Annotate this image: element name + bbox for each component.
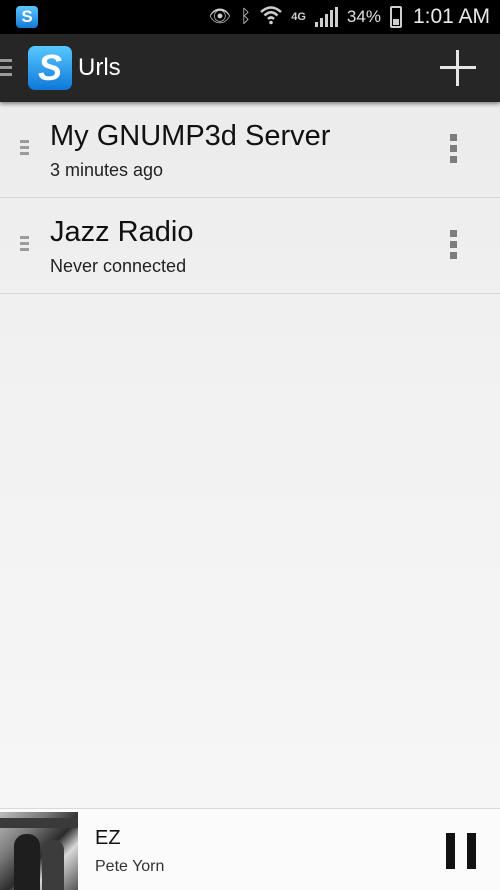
url-name: My GNUMP3d Server <box>50 120 331 152</box>
eye-icon: 👁 <box>208 6 232 27</box>
clock: 1:01 AM <box>412 5 490 28</box>
album-art[interactable] <box>0 812 78 890</box>
wifi-icon <box>260 5 283 30</box>
bluetooth-icon: ᛒ <box>240 6 252 27</box>
add-url-button[interactable] <box>438 48 478 88</box>
now-playing-bar[interactable]: EZ Pete Yorn <box>0 808 500 890</box>
url-list: My GNUMP3d Server 3 minutes ago Jazz Rad… <box>0 102 500 294</box>
url-name: Jazz Radio <box>50 216 194 248</box>
track-artist: Pete Yorn <box>95 858 165 875</box>
pause-button[interactable] <box>446 833 476 869</box>
list-item[interactable]: My GNUMP3d Server 3 minutes ago <box>0 102 500 198</box>
page-title: Urls <box>78 54 121 81</box>
pause-icon <box>446 833 455 869</box>
status-icons: 👁 ᛒ 4G 34% 1:01 AM <box>209 0 490 34</box>
network-type-label: 4G <box>291 10 306 23</box>
list-item[interactable]: Jazz Radio Never connected <box>0 198 500 294</box>
status-bar: S 👁 ᛒ 4G 34% 1:01 AM <box>0 0 500 34</box>
drag-handle-icon[interactable] <box>20 140 29 158</box>
notification-app-icon: S <box>16 6 38 28</box>
signal-icon <box>314 7 338 27</box>
action-bar: S Urls <box>0 34 500 102</box>
url-status: 3 minutes ago <box>50 160 164 180</box>
url-status: Never connected <box>50 256 187 276</box>
track-title: EZ <box>95 827 121 849</box>
overflow-menu-icon[interactable] <box>450 134 458 167</box>
overflow-menu-icon[interactable] <box>450 230 458 263</box>
battery-icon <box>389 6 402 28</box>
drawer-menu-icon[interactable] <box>0 59 12 80</box>
drag-handle-icon[interactable] <box>20 236 29 254</box>
battery-percent: 34% <box>346 7 381 26</box>
app-logo[interactable]: S <box>28 46 72 90</box>
